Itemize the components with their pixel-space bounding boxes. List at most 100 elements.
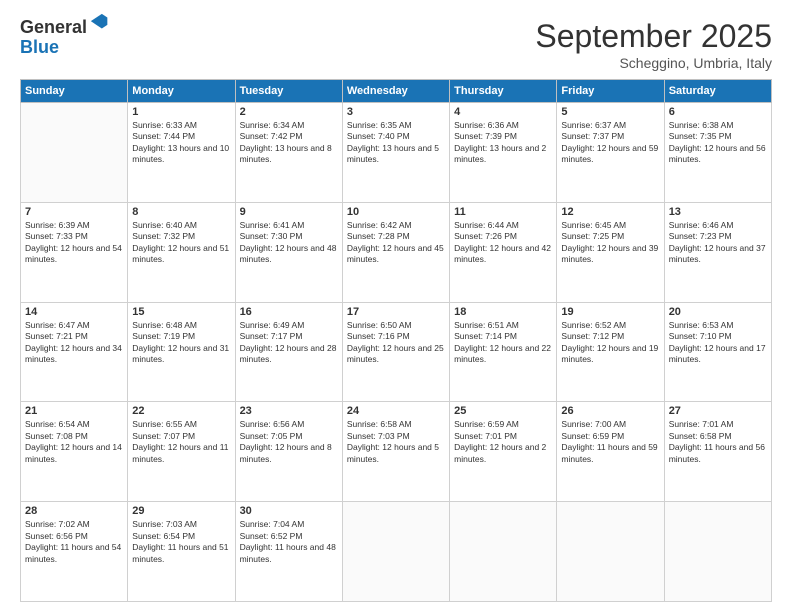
header-friday: Friday (557, 80, 664, 103)
table-row: 22 Sunrise: 6:55 AM Sunset: 7:07 PM Dayli… (128, 402, 235, 502)
calendar-header-row: Sunday Monday Tuesday Wednesday Thursday… (21, 80, 772, 103)
day-number: 25 (454, 405, 552, 417)
table-row: 3 Sunrise: 6:35 AM Sunset: 7:40 PM Daylig… (342, 103, 449, 203)
header-sunday: Sunday (21, 80, 128, 103)
logo-general: General (20, 18, 87, 38)
header-wednesday: Wednesday (342, 80, 449, 103)
logo-blue: Blue (20, 38, 111, 58)
day-number: 13 (669, 206, 767, 218)
day-info: Sunrise: 6:40 AM Sunset: 7:32 PM Dayligh… (132, 220, 230, 266)
day-number: 5 (561, 106, 659, 118)
calendar-week-row: 7Sunrise: 6:39 AM Sunset: 7:33 PM Daylig… (21, 202, 772, 302)
table-row: 8 Sunrise: 6:40 AM Sunset: 7:32 PM Daylig… (128, 202, 235, 302)
calendar-week-row: 21Sunrise: 6:54 AM Sunset: 7:08 PM Dayli… (21, 402, 772, 502)
table-row: 20 Sunrise: 6:53 AM Sunset: 7:10 PM Dayli… (664, 302, 771, 402)
table-row: 16 Sunrise: 6:49 AM Sunset: 7:17 PM Dayli… (235, 302, 342, 402)
table-row: 2Sunrise: 6:34 AM Sunset: 7:42 PM Daylig… (235, 103, 342, 203)
calendar-week-row: 1 Sunrise: 6:33 AM Sunset: 7:44 PM Daylig… (21, 103, 772, 203)
day-info: Sunrise: 6:37 AM Sunset: 7:37 PM Dayligh… (561, 120, 659, 166)
table-row (21, 103, 128, 203)
day-info: Sunrise: 6:46 AM Sunset: 7:23 PM Dayligh… (669, 220, 767, 266)
day-number: 9 (240, 206, 338, 218)
day-info: Sunrise: 6:56 AM Sunset: 7:05 PM Dayligh… (240, 419, 338, 465)
table-row: 9 Sunrise: 6:41 AM Sunset: 7:30 PM Daylig… (235, 202, 342, 302)
day-number: 24 (347, 405, 445, 417)
day-info: Sunrise: 7:01 AM Sunset: 6:58 PM Dayligh… (669, 419, 767, 465)
table-row: 11 Sunrise: 6:44 AM Sunset: 7:26 PM Dayli… (450, 202, 557, 302)
calendar-table: Sunday Monday Tuesday Wednesday Thursday… (20, 79, 772, 602)
header-tuesday: Tuesday (235, 80, 342, 103)
logo-text: General Blue (20, 18, 111, 58)
day-info: Sunrise: 6:38 AM Sunset: 7:35 PM Dayligh… (669, 120, 767, 166)
day-info: Sunrise: 7:03 AM Sunset: 6:54 PM Dayligh… (132, 519, 230, 565)
table-row: 12Sunrise: 6:45 AM Sunset: 7:25 PM Dayli… (557, 202, 664, 302)
day-info: Sunrise: 6:35 AM Sunset: 7:40 PM Dayligh… (347, 120, 445, 166)
day-number: 10 (347, 206, 445, 218)
title-block: September 2025 Scheggino, Umbria, Italy (535, 18, 772, 71)
day-number: 26 (561, 405, 659, 417)
day-number: 19 (561, 306, 659, 318)
day-info: Sunrise: 6:45 AM Sunset: 7:25 PM Dayligh… (561, 220, 659, 266)
day-info: Sunrise: 7:02 AM Sunset: 6:56 PM Dayligh… (25, 519, 123, 565)
table-row: 4 Sunrise: 6:36 AM Sunset: 7:39 PM Daylig… (450, 103, 557, 203)
day-info: Sunrise: 6:52 AM Sunset: 7:12 PM Dayligh… (561, 320, 659, 366)
table-row: 28 Sunrise: 7:02 AM Sunset: 6:56 PM Dayli… (21, 502, 128, 602)
location-subtitle: Scheggino, Umbria, Italy (535, 55, 772, 71)
header-thursday: Thursday (450, 80, 557, 103)
day-info: Sunrise: 6:55 AM Sunset: 7:07 PM Dayligh… (132, 419, 230, 465)
day-number: 1 (132, 106, 230, 118)
table-row: 7Sunrise: 6:39 AM Sunset: 7:33 PM Daylig… (21, 202, 128, 302)
day-info: Sunrise: 6:50 AM Sunset: 7:16 PM Dayligh… (347, 320, 445, 366)
table-row: 5 Sunrise: 6:37 AM Sunset: 7:37 PM Daylig… (557, 103, 664, 203)
table-row: 18Sunrise: 6:51 AM Sunset: 7:14 PM Dayli… (450, 302, 557, 402)
table-row (557, 502, 664, 602)
day-number: 22 (132, 405, 230, 417)
table-row: 24 Sunrise: 6:58 AM Sunset: 7:03 PM Dayli… (342, 402, 449, 502)
day-info: Sunrise: 6:58 AM Sunset: 7:03 PM Dayligh… (347, 419, 445, 465)
table-row: 21Sunrise: 6:54 AM Sunset: 7:08 PM Dayli… (21, 402, 128, 502)
day-number: 21 (25, 405, 123, 417)
day-number: 11 (454, 206, 552, 218)
header: General Blue September 2025 Scheggino, U… (20, 18, 772, 71)
table-row: 6 Sunrise: 6:38 AM Sunset: 7:35 PM Daylig… (664, 103, 771, 203)
table-row: 17 Sunrise: 6:50 AM Sunset: 7:16 PM Dayli… (342, 302, 449, 402)
table-row: 23 Sunrise: 6:56 AM Sunset: 7:05 PM Dayli… (235, 402, 342, 502)
day-info: Sunrise: 6:36 AM Sunset: 7:39 PM Dayligh… (454, 120, 552, 166)
day-number: 6 (669, 106, 767, 118)
day-number: 15 (132, 306, 230, 318)
table-row: 29Sunrise: 7:03 AM Sunset: 6:54 PM Dayli… (128, 502, 235, 602)
table-row (664, 502, 771, 602)
day-number: 17 (347, 306, 445, 318)
day-number: 20 (669, 306, 767, 318)
day-number: 23 (240, 405, 338, 417)
day-info: Sunrise: 6:44 AM Sunset: 7:26 PM Dayligh… (454, 220, 552, 266)
day-info: Sunrise: 7:04 AM Sunset: 6:52 PM Dayligh… (240, 519, 338, 565)
day-info: Sunrise: 6:42 AM Sunset: 7:28 PM Dayligh… (347, 220, 445, 266)
calendar-week-row: 14 Sunrise: 6:47 AM Sunset: 7:21 PM Dayli… (21, 302, 772, 402)
day-info: Sunrise: 7:00 AM Sunset: 6:59 PM Dayligh… (561, 419, 659, 465)
day-number: 4 (454, 106, 552, 118)
day-info: Sunrise: 6:53 AM Sunset: 7:10 PM Dayligh… (669, 320, 767, 366)
day-info: Sunrise: 6:41 AM Sunset: 7:30 PM Dayligh… (240, 220, 338, 266)
day-number: 7 (25, 206, 123, 218)
day-info: Sunrise: 6:33 AM Sunset: 7:44 PM Dayligh… (132, 120, 230, 166)
day-info: Sunrise: 6:48 AM Sunset: 7:19 PM Dayligh… (132, 320, 230, 366)
table-row: 1 Sunrise: 6:33 AM Sunset: 7:44 PM Daylig… (128, 103, 235, 203)
table-row: 10 Sunrise: 6:42 AM Sunset: 7:28 PM Dayli… (342, 202, 449, 302)
table-row: 13 Sunrise: 6:46 AM Sunset: 7:23 PM Dayli… (664, 202, 771, 302)
table-row: 25Sunrise: 6:59 AM Sunset: 7:01 PM Dayli… (450, 402, 557, 502)
day-number: 3 (347, 106, 445, 118)
day-number: 14 (25, 306, 123, 318)
day-info: Sunrise: 6:49 AM Sunset: 7:17 PM Dayligh… (240, 320, 338, 366)
day-info: Sunrise: 6:51 AM Sunset: 7:14 PM Dayligh… (454, 320, 552, 366)
logo-icon (89, 12, 111, 34)
header-monday: Monday (128, 80, 235, 103)
header-saturday: Saturday (664, 80, 771, 103)
day-number: 8 (132, 206, 230, 218)
day-number: 28 (25, 505, 123, 517)
table-row (342, 502, 449, 602)
table-row: 30Sunrise: 7:04 AM Sunset: 6:52 PM Dayli… (235, 502, 342, 602)
page: General Blue September 2025 Scheggino, U… (0, 0, 792, 612)
day-info: Sunrise: 6:47 AM Sunset: 7:21 PM Dayligh… (25, 320, 123, 366)
day-number: 16 (240, 306, 338, 318)
